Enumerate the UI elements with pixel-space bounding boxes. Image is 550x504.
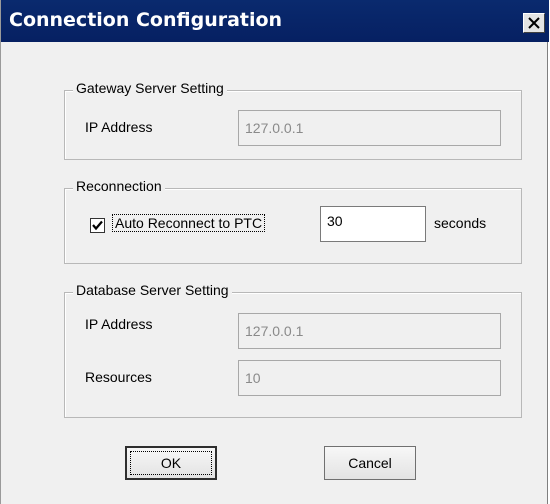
gateway-ip-field[interactable]: 127.0.0.1 [238,110,501,146]
reconnect-interval-input[interactable]: 30 [320,206,426,242]
close-icon [528,17,540,29]
database-server-group: Database Server Setting [64,282,522,418]
cancel-button[interactable]: Cancel [324,446,416,480]
database-ip-label: IP Address [85,316,153,332]
resources-field[interactable]: 10 [238,360,501,396]
database-server-group-label: Database Server Setting [73,282,232,298]
checkmark-icon [92,220,103,231]
auto-reconnect-checkbox[interactable] [90,218,105,233]
resources-label: Resources [85,369,152,385]
ok-button[interactable]: OK [125,446,217,480]
seconds-unit-label: seconds [434,215,487,231]
title-bar[interactable]: Connection Configuration [1,0,549,42]
auto-reconnect-label[interactable]: Auto Reconnect to PTC [112,214,266,232]
connection-configuration-dialog: Connection Configuration Gateway Server … [0,0,549,504]
gateway-ip-label: IP Address [85,119,153,135]
dialog-title: Connection Configuration [9,9,283,31]
close-button[interactable] [523,13,545,33]
reconnection-group-label: Reconnection [73,178,165,194]
database-ip-field[interactable]: 127.0.0.1 [238,313,501,349]
cancel-button-label: Cancel [348,455,392,471]
ok-button-focus [130,451,212,475]
gateway-server-group-label: Gateway Server Setting [73,80,227,96]
